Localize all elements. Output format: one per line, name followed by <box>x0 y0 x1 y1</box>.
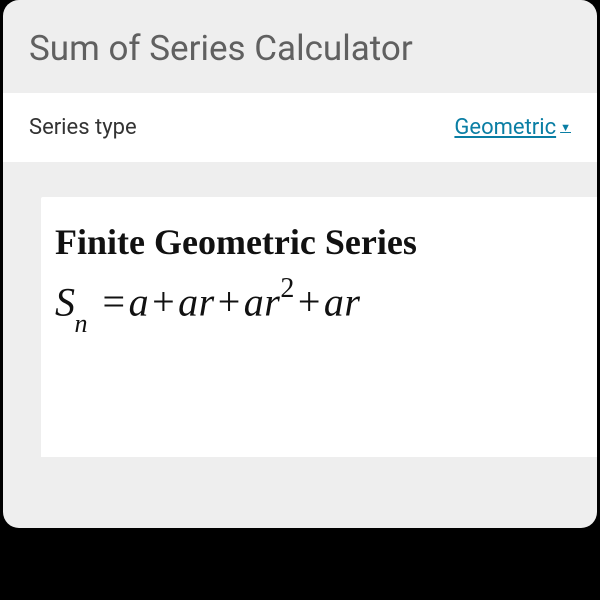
formula-lhs-base: S <box>55 279 76 324</box>
plus-sign-1: + <box>149 279 178 324</box>
formula-term-a4: a <box>324 279 345 324</box>
formula-term-a3: a <box>244 279 265 324</box>
formula-term-r1: r <box>199 279 215 324</box>
equals-sign: = <box>100 279 129 324</box>
series-type-value: Geometric <box>454 115 556 140</box>
plus-sign-2: + <box>215 279 244 324</box>
page-title: Sum of Series Calculator <box>3 0 597 93</box>
calculator-card: Sum of Series Calculator Series type Geo… <box>3 0 597 528</box>
formula-expression: Sn =a+ar+ar2+ar <box>55 277 597 331</box>
plus-sign-3: + <box>295 279 324 324</box>
formula-exp-2: 2 <box>280 273 295 304</box>
formula-term-a2: a <box>178 279 199 324</box>
formula-term-r2: r <box>264 279 280 324</box>
series-type-label: Series type <box>29 115 137 140</box>
formula-panel: Finite Geometric Series Sn =a+ar+ar2+ar <box>41 197 597 457</box>
series-type-select[interactable]: Geometric ▼ <box>454 115 571 140</box>
formula-lhs-sub: n <box>75 309 89 338</box>
chevron-down-icon: ▼ <box>560 121 571 134</box>
formula-term-r3: r <box>344 279 360 324</box>
formula-term-a: a <box>129 279 150 324</box>
formula-heading: Finite Geometric Series <box>55 221 597 263</box>
series-type-row: Series type Geometric ▼ <box>3 93 597 163</box>
